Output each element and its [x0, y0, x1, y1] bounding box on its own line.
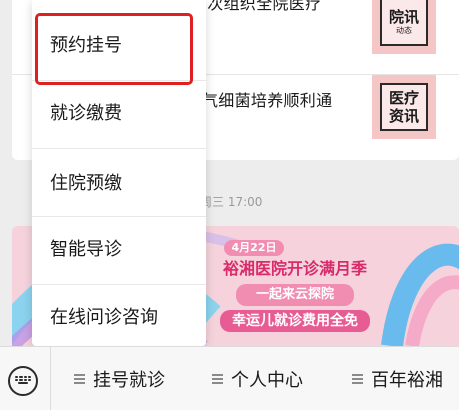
bar-divider [50, 347, 51, 410]
news-title: 气细菌培养顺利通 [202, 91, 333, 110]
thumbnail-title-line-2: 资讯 [388, 107, 419, 125]
keyboard-icon[interactable] [8, 366, 38, 396]
menu-item-smart-guide[interactable]: 智能导诊 [32, 216, 206, 280]
banner-line-3: 幸运儿就诊费用全免 [220, 310, 370, 332]
news-thumbnail-frame: 院讯 动态 [380, 0, 428, 46]
thumbnail-title-line-1: 医疗 [388, 89, 419, 107]
menu-tab-label: 挂号就诊 [93, 370, 165, 391]
thumbnail-title: 院讯 [388, 8, 419, 26]
menu-icon [352, 374, 363, 384]
message-timestamp: 周三 17:00 [200, 195, 263, 209]
menu-icon [74, 374, 85, 384]
menu-item-online-consult[interactable]: 在线问诊咨询 [32, 284, 206, 348]
banner-headline: 裕湘医院开诊满月季 [222, 259, 367, 278]
menu-tab-registration[interactable]: 挂号就诊 [74, 347, 165, 410]
menu-icon [212, 374, 223, 384]
menu-tab-label: 个人中心 [231, 370, 303, 391]
menu-divider [32, 148, 206, 149]
menu-tab-label: 百年裕湘 [371, 370, 443, 391]
thumbnail-subtitle: 动态 [396, 26, 412, 35]
menu-item-inpatient-deposit[interactable]: 住院预缴 [32, 150, 206, 214]
news-thumbnail-frame: 医疗 资讯 [380, 83, 428, 131]
banner-text: 4月22日 裕湘医院开诊满月季 一起来云探院 幸运儿就诊费用全免 [220, 240, 370, 332]
menu-item-payment[interactable]: 就诊缴费 [32, 80, 206, 144]
bottom-menu-bar: 挂号就诊 个人中心 百年裕湘 [0, 346, 459, 410]
news-thumbnail: 院讯 动态 [372, 0, 436, 54]
banner-line-2: 一起来云探院 [236, 284, 354, 306]
banner-date: 4月22日 [224, 240, 284, 256]
news-thumbnail: 医疗 资讯 [372, 75, 436, 139]
highlight-box [35, 13, 193, 85]
menu-tab-hospital-info[interactable]: 百年裕湘 [352, 347, 443, 410]
menu-tab-personal-center[interactable]: 个人中心 [212, 347, 303, 410]
